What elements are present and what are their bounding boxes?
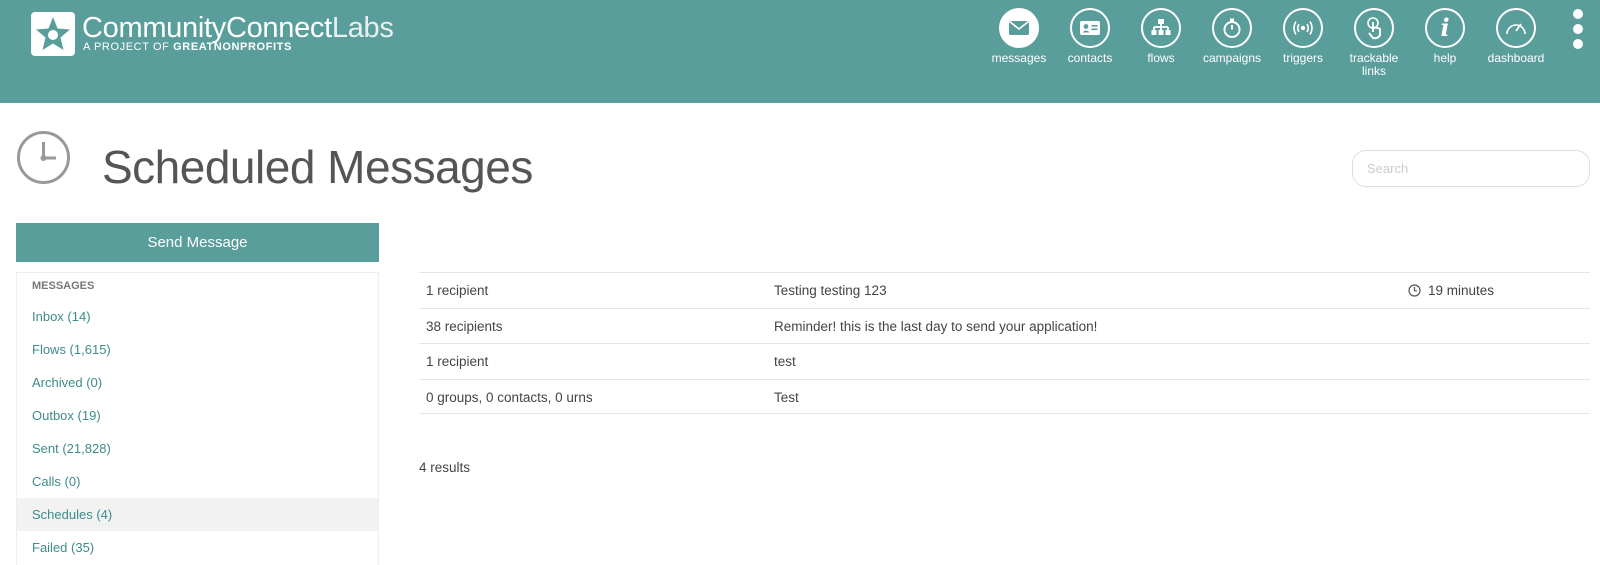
gauge-icon [1496, 8, 1536, 48]
nav-label: messages [991, 51, 1047, 65]
nav-messages[interactable]: messages [983, 8, 1055, 65]
message-cell: Reminder! this is the last day to send y… [774, 318, 1098, 334]
nav-label: trackable links [1349, 51, 1399, 78]
vertical-dots-icon[interactable] [1568, 9, 1588, 49]
nav-label: triggers [1282, 51, 1323, 65]
nav-dashboard[interactable]: dashboard [1480, 8, 1552, 65]
nav-label: flows [1147, 51, 1175, 65]
results-count: 4 results [419, 460, 471, 475]
star-logo-icon [31, 12, 75, 56]
sidebar-item-failed[interactable]: Failed (35) [17, 531, 378, 564]
clock-icon [16, 130, 71, 185]
message-cell: Test [774, 389, 799, 405]
envelope-icon [999, 8, 1039, 48]
small-clock-icon [1408, 284, 1421, 297]
sidebar-item-outbox[interactable]: Outbox (19) [17, 399, 378, 432]
search-input[interactable] [1352, 150, 1590, 187]
message-cell: Testing testing 123 [774, 283, 887, 298]
sidebar-heading: MESSAGES [32, 280, 95, 292]
tap-link-icon [1354, 8, 1394, 48]
recipients-cell: 1 recipient [426, 354, 489, 369]
message-cell: test [774, 354, 796, 369]
nav-trackable-links[interactable]: trackable links [1338, 8, 1410, 78]
table-row[interactable]: 38 recipients Reminder! this is the last… [419, 307, 1590, 344]
sidebar-item-flows[interactable]: Flows (1,615) [17, 333, 378, 366]
nav-help[interactable]: i help [1409, 8, 1481, 65]
nav-label: help [1433, 51, 1457, 65]
messages-sidebar: MESSAGES Inbox (14) Flows (1,615) Archiv… [16, 272, 379, 565]
brand-main: CommunityConnect [82, 12, 332, 44]
nav-triggers[interactable]: triggers [1267, 8, 1339, 65]
info-icon: i [1425, 8, 1465, 48]
flow-tree-icon [1141, 8, 1181, 48]
brand-sub-prefix: A PROJECT OF [83, 41, 174, 53]
nav-label: dashboard [1487, 51, 1545, 65]
brand-subtitle: A PROJECT OF GREATNONPROFITS [83, 41, 292, 53]
brand-sub-org: GREATNONPROFITS [173, 41, 292, 53]
recipients-cell: 38 recipients [426, 318, 503, 334]
broadcast-icon [1283, 8, 1323, 48]
stopwatch-icon [1212, 8, 1252, 48]
time-cell: 19 minutes [1408, 273, 1494, 308]
recipients-cell: 1 recipient [426, 283, 489, 298]
page-title: Scheduled Messages [102, 141, 533, 193]
recipients-cell: 0 groups, 0 contacts, 0 urns [426, 389, 593, 405]
sidebar-item-inbox[interactable]: Inbox (14) [17, 300, 378, 333]
nav-label: contacts [1067, 51, 1113, 65]
sidebar-item-schedules[interactable]: Schedules (4) [17, 498, 378, 531]
nav-flows[interactable]: flows [1125, 8, 1197, 65]
time-value: 19 minutes [1428, 283, 1495, 298]
nav-label: campaigns [1202, 51, 1262, 65]
sidebar-item-archived[interactable]: Archived (0) [17, 366, 378, 399]
top-header: CommunityConnectLabs A PROJECT OF GREATN… [0, 0, 1600, 103]
contact-card-icon [1070, 8, 1110, 48]
brand-suffix: Labs [331, 12, 394, 44]
nav-contacts[interactable]: contacts [1054, 8, 1126, 65]
table-row[interactable]: 1 recipient Testing testing 123 19 minut… [419, 272, 1590, 308]
brand-logo[interactable]: CommunityConnectLabs A PROJECT OF GREATN… [31, 11, 411, 57]
sidebar-item-calls[interactable]: Calls (0) [17, 465, 378, 498]
sidebar-item-sent[interactable]: Sent (21,828) [17, 432, 378, 465]
table-row[interactable]: 0 groups, 0 contacts, 0 urns Test [419, 378, 1590, 414]
nav-campaigns[interactable]: campaigns [1196, 8, 1268, 65]
schedules-table: 1 recipient Testing testing 123 19 minut… [419, 272, 1590, 414]
send-message-button[interactable]: Send Message [16, 223, 379, 262]
table-row[interactable]: 1 recipient test [419, 343, 1590, 379]
